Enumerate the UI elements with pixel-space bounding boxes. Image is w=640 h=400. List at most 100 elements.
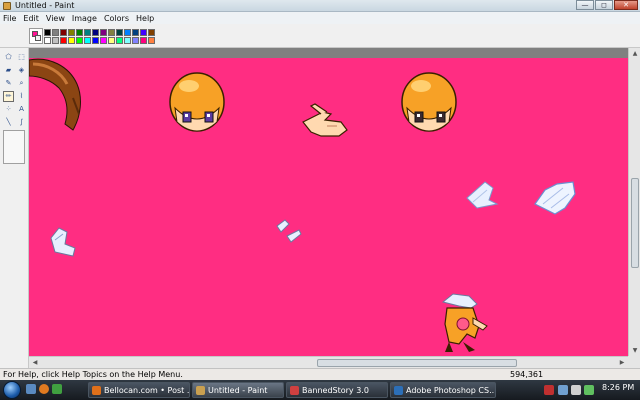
color-swatch[interactable] xyxy=(44,29,51,36)
volume-icon[interactable] xyxy=(571,385,581,395)
free-select-icon[interactable]: ⬠ xyxy=(3,52,14,63)
color-swatches xyxy=(44,29,155,44)
color-swatch[interactable] xyxy=(124,29,131,36)
color-swatch[interactable] xyxy=(44,37,51,44)
eyedropper-icon[interactable]: ✎ xyxy=(3,78,14,89)
task-label: Untitled - Paint xyxy=(208,386,268,395)
menu-edit[interactable]: Edit xyxy=(23,14,39,23)
wing-sprite-1 xyxy=(466,181,499,209)
curve-icon[interactable]: ∫ xyxy=(16,117,27,128)
color-swatch[interactable] xyxy=(76,37,83,44)
status-help-text: For Help, click Help Topics on the Help … xyxy=(3,370,183,379)
horizontal-scrollbar[interactable]: ◀ ▶ xyxy=(29,356,628,368)
color-swatch[interactable] xyxy=(132,37,139,44)
drawing-canvas[interactable] xyxy=(29,58,628,356)
head-sprite-2 xyxy=(401,72,457,132)
desktop-icon[interactable] xyxy=(26,384,36,394)
close-button[interactable]: ✕ xyxy=(614,0,638,10)
vertical-scrollbar[interactable]: ▲ ▼ xyxy=(628,48,640,356)
paint-icon xyxy=(196,386,205,395)
feather-sprite xyxy=(276,219,302,243)
menu-view[interactable]: View xyxy=(46,14,65,23)
character-sprite xyxy=(441,293,488,352)
color-swatch[interactable] xyxy=(148,29,155,36)
color-swatch[interactable] xyxy=(108,37,115,44)
window-title: Untitled - Paint xyxy=(15,1,75,10)
firefox-icon xyxy=(92,386,101,395)
color-swatch[interactable] xyxy=(132,29,139,36)
menu-bar: File Edit View Image Colors Help xyxy=(0,12,640,24)
pencil-icon[interactable]: ✏ xyxy=(3,91,14,102)
menu-image[interactable]: Image xyxy=(72,14,97,23)
network-icon[interactable] xyxy=(558,385,568,395)
canvas-artwork xyxy=(29,58,576,352)
current-colors[interactable] xyxy=(29,28,43,44)
tray-misc-icon[interactable] xyxy=(584,385,594,395)
task-bellocan[interactable]: Bellocan.com • Post ... xyxy=(88,382,190,398)
start-orb-icon[interactable] xyxy=(3,381,21,399)
task-photoshop[interactable]: Adobe Photoshop CS... xyxy=(390,382,496,398)
color-swatch[interactable] xyxy=(140,29,147,36)
eraser-icon[interactable]: ▰ xyxy=(3,65,14,76)
color-swatch[interactable] xyxy=(124,37,131,44)
clock[interactable]: 8:26 PM xyxy=(602,383,634,392)
browser-icon[interactable] xyxy=(39,384,49,394)
minimize-button[interactable]: — xyxy=(576,0,594,10)
menu-file[interactable]: File xyxy=(3,14,16,23)
color-swatch[interactable] xyxy=(100,37,107,44)
brush-icon[interactable]: ⌇ xyxy=(16,91,27,102)
scroll-down-icon[interactable]: ▼ xyxy=(629,345,640,356)
quick-launch xyxy=(26,384,62,394)
color-swatch[interactable] xyxy=(84,37,91,44)
media-icon[interactable] xyxy=(52,384,62,394)
window-controls: — ◻ ✕ xyxy=(575,0,638,11)
line-icon[interactable]: ╲ xyxy=(3,117,14,128)
color-swatch[interactable] xyxy=(116,29,123,36)
tool-options-panel[interactable] xyxy=(3,130,25,164)
color-swatch[interactable] xyxy=(116,37,123,44)
color-swatch[interactable] xyxy=(60,29,67,36)
color-palette xyxy=(0,24,640,48)
task-bannedstory[interactable]: BannedStory 3.0 xyxy=(286,382,388,398)
hand-sprite xyxy=(302,103,348,137)
vertical-scroll-thumb[interactable] xyxy=(631,178,639,268)
color-swatch[interactable] xyxy=(60,37,67,44)
task-label: Adobe Photoshop CS... xyxy=(406,386,496,395)
color-swatch[interactable] xyxy=(76,29,83,36)
menu-colors[interactable]: Colors xyxy=(104,14,129,23)
horizontal-scroll-thumb[interactable] xyxy=(317,359,517,367)
photoshop-icon xyxy=(394,386,403,395)
bannedstory-icon xyxy=(290,386,299,395)
color-swatch[interactable] xyxy=(100,29,107,36)
tool-box: ⬠⬚▰◈✎⌕✏⌇⁘A╲∫▭⬟⬭▢ xyxy=(0,48,29,370)
color-swatch[interactable] xyxy=(140,37,147,44)
text-icon[interactable]: A xyxy=(16,104,27,115)
status-coordinates: 594,361 xyxy=(510,370,544,379)
background-color[interactable] xyxy=(35,35,41,41)
feet-sprite xyxy=(50,227,76,257)
task-paint[interactable]: Untitled - Paint xyxy=(192,382,284,398)
scrollbar-corner xyxy=(628,356,640,368)
task-label: Bellocan.com • Post ... xyxy=(104,386,190,395)
status-bar: For Help, click Help Topics on the Help … xyxy=(0,368,640,380)
color-swatch[interactable] xyxy=(92,29,99,36)
scroll-up-icon[interactable]: ▲ xyxy=(629,48,640,59)
canvas-area xyxy=(29,48,628,356)
color-swatch[interactable] xyxy=(92,37,99,44)
tray-app-icon[interactable] xyxy=(544,385,554,395)
color-swatch[interactable] xyxy=(84,29,91,36)
color-swatch[interactable] xyxy=(68,29,75,36)
fill-icon[interactable]: ◈ xyxy=(16,65,27,76)
menu-help[interactable]: Help xyxy=(136,14,154,23)
rect-select-icon[interactable]: ⬚ xyxy=(16,52,27,63)
color-swatch[interactable] xyxy=(52,29,59,36)
color-swatch[interactable] xyxy=(68,37,75,44)
airbrush-icon[interactable]: ⁘ xyxy=(3,104,14,115)
wing-sprite-2 xyxy=(534,181,576,215)
head-sprite-1 xyxy=(169,72,225,132)
color-swatch[interactable] xyxy=(148,37,155,44)
magnifier-icon[interactable]: ⌕ xyxy=(16,78,27,89)
color-swatch[interactable] xyxy=(52,37,59,44)
maximize-button[interactable]: ◻ xyxy=(595,0,613,10)
color-swatch[interactable] xyxy=(108,29,115,36)
